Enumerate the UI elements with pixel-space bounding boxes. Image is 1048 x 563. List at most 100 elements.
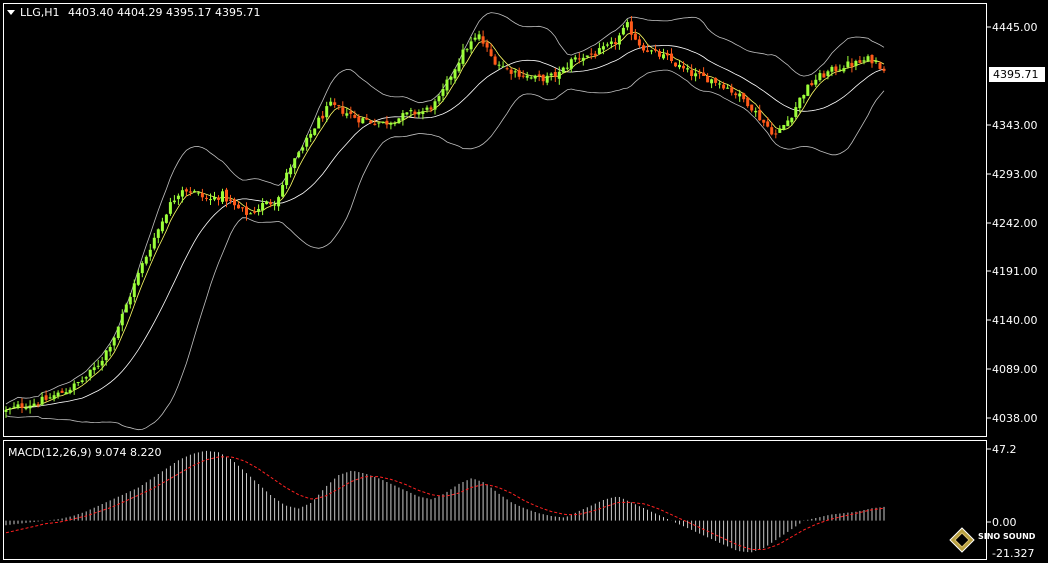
candle-body — [357, 116, 361, 123]
candle-body — [148, 249, 152, 257]
candle-body — [662, 54, 665, 59]
candle-body — [104, 350, 108, 361]
macd-tick-label: 0.00 — [992, 516, 1017, 529]
candle-body — [654, 49, 657, 51]
candle-body — [862, 60, 866, 62]
candle-body — [529, 77, 533, 79]
candle-body — [698, 72, 702, 74]
candle-body — [32, 403, 36, 406]
candle-body — [12, 406, 16, 408]
candle-body — [613, 42, 617, 44]
symbol-label: LLG,H1 — [20, 6, 60, 19]
candle-body — [726, 87, 730, 89]
price-axis: 4445.00 4395.71 4343.00 4293.00 4242.00 … — [987, 21, 1045, 425]
candle-body — [489, 49, 493, 56]
candle-body — [333, 102, 337, 105]
candle-body — [64, 392, 68, 395]
candle-body — [128, 296, 132, 305]
candle-body — [433, 101, 437, 110]
candle-body — [257, 209, 261, 212]
candle-body — [854, 61, 858, 67]
candle-body — [237, 204, 240, 209]
price-tick-label: 4445.00 — [992, 21, 1038, 34]
candle-body — [658, 51, 661, 57]
price-tick-label: 4242.00 — [992, 217, 1038, 230]
candle-body — [625, 22, 629, 28]
candle-body — [245, 206, 248, 215]
candle-body — [637, 39, 641, 46]
candle-body — [621, 27, 625, 35]
candle-body — [766, 121, 770, 127]
candle-body — [100, 360, 104, 366]
candle-body — [44, 395, 48, 400]
candle-body — [850, 62, 854, 67]
candle-body — [28, 405, 32, 409]
candle-body — [541, 74, 545, 82]
candle-body — [196, 192, 200, 194]
candle-body — [249, 213, 253, 215]
candle-body — [385, 120, 389, 125]
candle-body — [381, 121, 385, 123]
candle-body — [453, 69, 457, 79]
candle-body — [329, 101, 333, 106]
macd-tick-label: 47.2 — [992, 443, 1017, 456]
candle-body — [409, 110, 413, 112]
candle-body — [225, 189, 228, 202]
candle-body — [16, 404, 20, 408]
candle-body — [221, 191, 224, 202]
candle-body — [642, 45, 645, 51]
candle-body — [573, 57, 577, 60]
candle-body — [116, 326, 120, 338]
candle-body — [377, 122, 381, 124]
candle-body — [629, 21, 633, 35]
candle-body — [56, 392, 60, 397]
candle-body — [429, 107, 433, 110]
candle-body — [417, 112, 421, 115]
candle-body — [60, 390, 64, 393]
candle-body — [874, 61, 878, 63]
candle-body — [710, 79, 714, 84]
candle-body — [205, 197, 208, 199]
candle-body — [694, 73, 698, 77]
candle-body — [505, 68, 509, 70]
candle-body — [814, 79, 818, 85]
candle-body — [241, 207, 244, 209]
candle-body — [4, 409, 8, 412]
candle-body — [469, 41, 473, 50]
candle-body — [882, 68, 886, 71]
candle-body — [786, 120, 790, 127]
candle-body — [156, 229, 160, 238]
candle-body — [870, 55, 874, 64]
candle-body — [577, 58, 581, 60]
candle-body — [810, 83, 814, 86]
candle-body — [289, 167, 293, 175]
candle-body — [297, 152, 301, 158]
candle-body — [393, 123, 397, 125]
chart-background — [0, 0, 1048, 563]
candle-body — [718, 83, 722, 85]
price-tick-label: 4293.00 — [992, 168, 1038, 181]
candle-body — [646, 50, 649, 52]
candle-body — [762, 119, 766, 123]
candle-body — [830, 66, 834, 72]
candle-body — [48, 397, 52, 399]
candle-body — [525, 75, 529, 78]
candle-body — [842, 68, 846, 72]
candle-body — [521, 75, 525, 77]
candle-body — [349, 111, 353, 114]
candle-body — [549, 73, 553, 76]
candle-body — [822, 73, 826, 78]
price-tick-label: 4089.00 — [992, 363, 1038, 376]
candle-body — [405, 112, 409, 115]
candle-body — [88, 369, 92, 377]
candle-body — [209, 199, 212, 201]
candle-body — [184, 189, 188, 192]
candle-body — [778, 128, 782, 133]
candle-body — [477, 34, 481, 40]
macd-label: MACD(12,26,9) 9.074 8.220 — [8, 446, 162, 459]
candle-body — [425, 107, 429, 110]
candle-body — [461, 49, 465, 64]
candle-body — [449, 76, 453, 80]
candle-body — [92, 367, 96, 371]
candle-body — [401, 113, 405, 120]
